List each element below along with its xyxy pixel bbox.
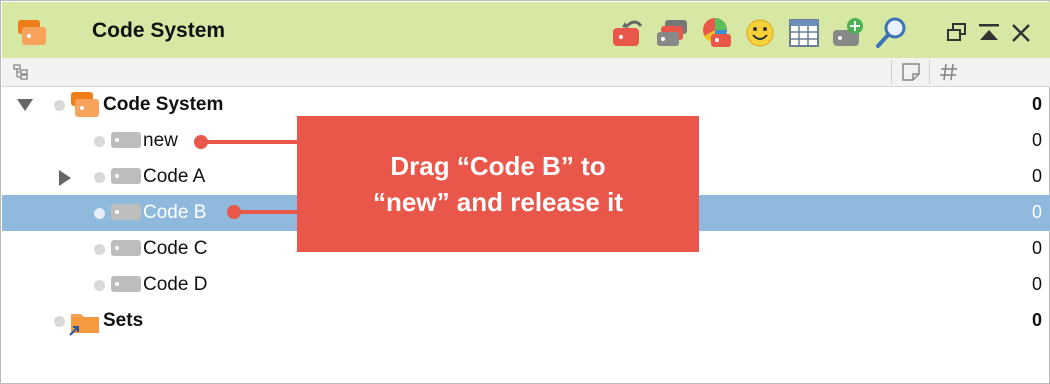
code-system-window: Code System Code System 0 new 0 Code A 0… <box>0 0 1050 384</box>
tree-label: Code A <box>143 166 206 187</box>
sets-folder-icon <box>68 308 102 341</box>
collapsed-triangle-icon[interactable] <box>58 169 72 192</box>
coded-segments-count: 0 <box>1031 310 1042 330</box>
collapse-icon[interactable] <box>977 21 1001 45</box>
status-dot <box>94 208 105 219</box>
undock-icon[interactable] <box>945 21 969 45</box>
status-dot <box>94 244 105 255</box>
hierarchy-icon[interactable] <box>12 63 30 86</box>
column-separator[interactable] <box>929 60 930 84</box>
column-header <box>2 58 1050 87</box>
code-colors-icon[interactable] <box>699 16 733 50</box>
coded-segments-count: 0 <box>1031 274 1042 294</box>
tree-label: Code C <box>143 238 208 259</box>
code-tag-icon <box>110 275 142 298</box>
coded-segments-count: 0 <box>1031 166 1042 186</box>
hash-icon[interactable] <box>939 62 959 87</box>
annotation-leader-line <box>234 210 299 214</box>
instruction-callout: Drag “Code B” to “new” and release it <box>297 116 699 252</box>
coded-segments-count: 0 <box>1031 202 1042 222</box>
status-dot <box>54 316 65 327</box>
tree-label: Code B <box>143 202 207 223</box>
annotation-leader-dot <box>194 135 208 149</box>
code-tag-icon <box>110 203 142 226</box>
code-system-folder-icon <box>69 90 103 125</box>
tree-label: Sets <box>103 310 144 331</box>
table-icon[interactable] <box>787 16 821 50</box>
undo-code-icon[interactable] <box>611 16 645 50</box>
annotation-leader-line <box>201 140 299 144</box>
tree-label: Code D <box>143 274 208 295</box>
status-dot <box>94 136 105 147</box>
coded-segments-count: 0 <box>1031 238 1042 258</box>
annotation-leader-dot <box>227 205 241 219</box>
code-system-icon <box>16 18 50 53</box>
memo-icon[interactable] <box>901 62 921 87</box>
code-tag-icon <box>110 167 142 190</box>
smiley-icon[interactable] <box>743 16 777 50</box>
column-separator[interactable] <box>891 60 892 84</box>
add-code-icon[interactable] <box>831 16 865 50</box>
code-tag-icon <box>110 131 142 154</box>
expand-triangle-icon[interactable] <box>16 98 34 117</box>
tree-label: new <box>143 130 178 151</box>
search-icon[interactable] <box>875 16 909 50</box>
code-tag-icon <box>110 239 142 262</box>
coded-segments-count: 0 <box>1031 94 1042 114</box>
tree-row-code[interactable]: Code D 0 <box>2 267 1050 303</box>
tree-row-sets[interactable]: Sets 0 <box>2 303 1050 339</box>
coded-segments-count: 0 <box>1031 130 1042 150</box>
status-dot <box>94 172 105 183</box>
title-bar: Code System <box>2 2 1050 58</box>
window-title: Code System <box>92 19 226 42</box>
callout-line-2: “new” and release it <box>373 187 623 217</box>
tags-icon[interactable] <box>655 16 689 50</box>
status-dot <box>94 280 105 291</box>
tree-label: Code System <box>103 94 224 115</box>
close-icon[interactable] <box>1009 21 1033 45</box>
status-dot <box>54 100 65 111</box>
callout-line-1: Drag “Code B” to <box>390 151 606 181</box>
